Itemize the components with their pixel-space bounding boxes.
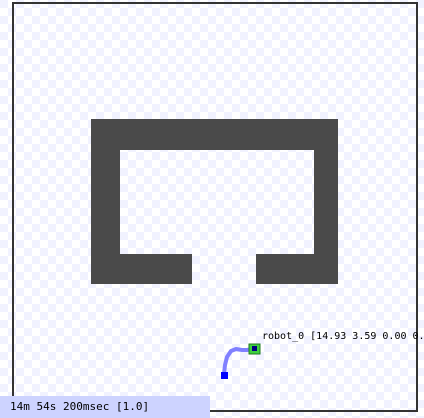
status-bar: 14m 54s 200msec [1.0] [0, 396, 210, 418]
simulator-window[interactable]: robot_0 [14.93 3.59 0.00 0. 14m 54s 200m… [0, 0, 424, 418]
wall-bottom-left [91, 254, 192, 284]
world-background [0, 0, 424, 418]
robot-label: robot_0 [14.93 3.59 0.00 0. [262, 331, 424, 342]
wall-bottom-right [256, 254, 338, 284]
wall-top [91, 119, 338, 150]
robot-core [252, 346, 257, 351]
world-canvas[interactable] [0, 0, 424, 418]
robot-marker[interactable] [248, 343, 261, 355]
robot-start-marker [221, 372, 228, 379]
